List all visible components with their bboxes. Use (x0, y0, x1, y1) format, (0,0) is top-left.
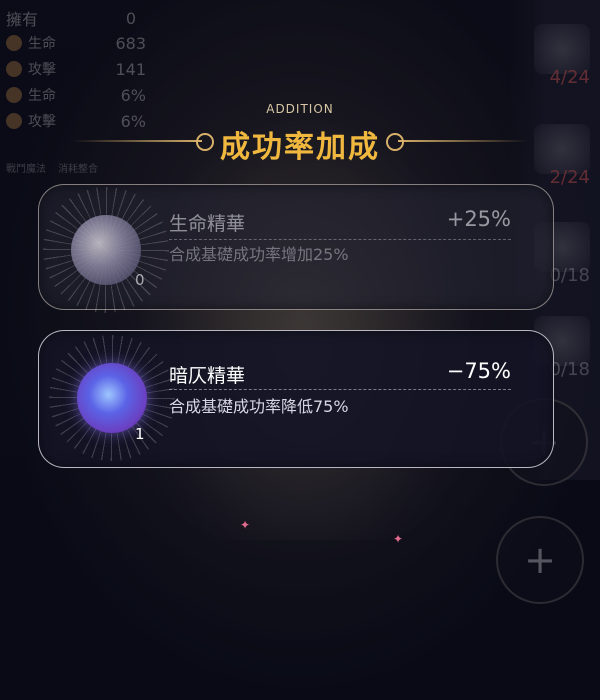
title-ornament-icon (386, 133, 404, 151)
sparkle-icon: ✦ (393, 532, 404, 546)
item-count: 1 (135, 425, 145, 443)
title-ornament-line (398, 140, 528, 142)
life-essence-orb-icon (71, 215, 141, 285)
item-count: 0 (135, 271, 145, 289)
card-divider (169, 389, 511, 390)
item-percent: −75% (446, 359, 511, 383)
header-subtitle: ADDITION (266, 102, 334, 116)
sparkle-icon: ✦ (240, 518, 251, 532)
item-percent: +25% (446, 207, 511, 231)
item-description: 合成基礎成功率降低75% (169, 397, 349, 416)
item-description: 合成基礎成功率增加25% (169, 245, 349, 264)
dark-essence-orb-icon (77, 363, 147, 433)
bonus-card-life-essence[interactable]: 0 生命精華 +25% 合成基礎成功率增加25% (38, 184, 554, 313)
popup-title: 成功率加成 (220, 130, 380, 165)
card-divider (169, 239, 511, 240)
item-name: 生命精華 (169, 213, 246, 235)
item-name: 暗仄精華 (169, 365, 246, 387)
popup-header: ADDITION 成功率加成 (0, 100, 600, 170)
bonus-card-dark-essence[interactable]: 1 暗仄精華 −75% 合成基礎成功率降低75% (38, 330, 554, 468)
